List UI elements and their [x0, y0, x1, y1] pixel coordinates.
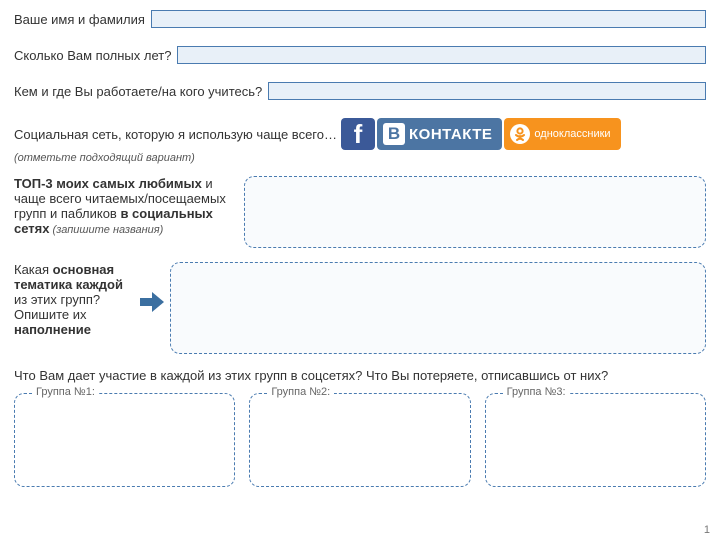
- top3-bold1: ТОП-3 моих самых любимых: [14, 176, 202, 191]
- theme-input[interactable]: [170, 262, 706, 354]
- name-row: Ваше имя и фамилия: [14, 10, 706, 28]
- social-hint: (отметьте подходящий вариант): [14, 152, 706, 164]
- ok-icon: [510, 124, 530, 144]
- top3-row: ТОП-3 моих самых любимых и чаще всего чи…: [14, 176, 706, 248]
- facebook-icon[interactable]: f: [341, 118, 375, 150]
- page-number: 1: [704, 524, 710, 536]
- group-1: Группа №1:: [14, 393, 235, 487]
- theme-t4: наполнение: [14, 322, 91, 337]
- group-2-title: Группа №2:: [267, 386, 334, 398]
- group-2-input[interactable]: [249, 393, 470, 487]
- theme-t1: Какая: [14, 262, 53, 277]
- group-3-title: Группа №3:: [503, 386, 570, 398]
- theme-t3: из этих групп? Опишите их: [14, 292, 100, 322]
- work-input[interactable]: [268, 82, 706, 100]
- age-row: Сколько Вам полных лет?: [14, 46, 706, 64]
- top3-label: ТОП-3 моих самых любимых и чаще всего чи…: [14, 176, 236, 248]
- group-2: Группа №2:: [249, 393, 470, 487]
- age-input[interactable]: [177, 46, 706, 64]
- theme-label: Какая основная тематика каждой из этих г…: [14, 262, 134, 337]
- group-3: Группа №3:: [485, 393, 706, 487]
- group-3-input[interactable]: [485, 393, 706, 487]
- name-label: Ваше имя и фамилия: [14, 12, 145, 27]
- groups-row: Группа №1: Группа №2: Группа №3:: [14, 393, 706, 487]
- question-full: Что Вам дает участие в каждой из этих гр…: [14, 368, 706, 383]
- age-label: Сколько Вам полных лет?: [14, 48, 171, 63]
- vk-icon: B: [383, 123, 405, 145]
- vkontakte-badge[interactable]: B КОНТАКТЕ: [377, 118, 502, 150]
- work-row: Кем и где Вы работаете/на кого учитесь?: [14, 82, 706, 100]
- theme-row: Какая основная тематика каждой из этих г…: [14, 262, 706, 354]
- ok-text: одноклассники: [534, 128, 610, 140]
- vk-text: КОНТАКТЕ: [409, 126, 492, 143]
- group-1-title: Группа №1:: [32, 386, 99, 398]
- top3-input[interactable]: [244, 176, 706, 248]
- group-1-input[interactable]: [14, 393, 235, 487]
- top3-hint: (запишите названия): [49, 224, 163, 236]
- social-label: Социальная сеть, которую я использую чащ…: [14, 127, 337, 142]
- odnoklassniki-badge[interactable]: одноклассники: [504, 118, 620, 150]
- arrow-icon: [140, 292, 164, 312]
- name-input[interactable]: [151, 10, 706, 28]
- work-label: Кем и где Вы работаете/на кого учитесь?: [14, 84, 262, 99]
- social-row: Социальная сеть, которую я использую чащ…: [14, 118, 706, 150]
- social-badges: f B КОНТАКТЕ одноклассники: [341, 118, 621, 150]
